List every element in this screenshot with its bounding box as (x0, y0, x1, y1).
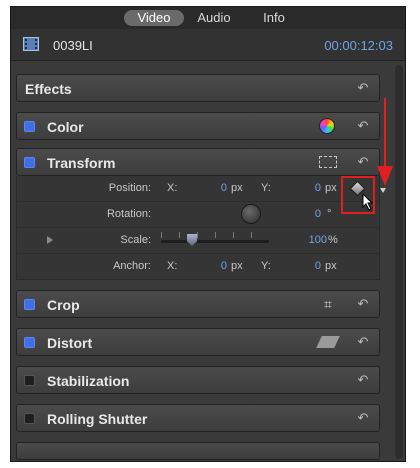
tab-info[interactable]: Info (249, 10, 299, 26)
param-row-anchor: Anchor: X: 0 px Y: 0 px (17, 254, 379, 280)
unit-label: px (325, 260, 337, 272)
annotation-arrow-icon (375, 98, 395, 188)
position-x-value[interactable]: 0 (215, 182, 227, 194)
tab-audio[interactable]: Audio (189, 10, 239, 26)
param-label: Scale: (120, 234, 151, 246)
unit-label: px (231, 260, 243, 272)
rotation-dial[interactable] (241, 204, 261, 224)
section-rolling-shutter[interactable]: Rolling Shutter ↶ (16, 404, 380, 432)
section-stabilization[interactable]: Stabilization ↶ (16, 366, 380, 394)
anchor-x-value[interactable]: 0 (215, 260, 227, 272)
rolling-shutter-enable-checkbox[interactable] (24, 413, 35, 424)
section-label: Stabilization (47, 373, 130, 389)
param-label: Position: (108, 182, 151, 194)
param-row-position: Position: X: 0 px Y: 0 px (17, 176, 379, 202)
disclosure-triangle-icon[interactable] (47, 236, 53, 244)
section-label: Effects (25, 81, 72, 97)
section-crop[interactable]: Crop ⌗ ↶ (16, 290, 380, 318)
param-label: Anchor: (113, 260, 151, 272)
scale-slider-ticks (161, 232, 269, 238)
reset-arrow-icon[interactable]: ↶ (355, 296, 371, 312)
scale-value[interactable]: 100 (303, 234, 327, 246)
crop-enable-checkbox[interactable] (24, 299, 35, 310)
stabilization-enable-checkbox[interactable] (24, 375, 35, 386)
transform-enable-checkbox[interactable] (24, 157, 35, 168)
section-label: Color (47, 119, 84, 135)
clip-name: 0039LI (53, 38, 93, 53)
unit-label: % (328, 234, 338, 246)
scale-slider[interactable] (161, 240, 269, 243)
anchor-y-value[interactable]: 0 (309, 260, 321, 272)
chevron-down-icon[interactable] (380, 188, 386, 193)
tab-video[interactable]: Video (124, 10, 184, 26)
section-label: Transform (47, 155, 116, 171)
unit-label: px (325, 182, 337, 194)
distort-enable-checkbox[interactable] (24, 337, 35, 348)
color-enable-checkbox[interactable] (24, 121, 35, 132)
x-axis-label: X: (167, 182, 178, 194)
section-effects[interactable]: Effects ↶ (16, 74, 380, 102)
unit-label: ° (327, 208, 332, 220)
reset-arrow-icon[interactable]: ↶ (355, 334, 371, 350)
crop-icon[interactable]: ⌗ (319, 296, 337, 312)
inspector-tab-bar: Video Audio Info (11, 7, 405, 29)
section-label: Crop (47, 297, 80, 313)
y-axis-label: Y: (261, 182, 271, 194)
reset-arrow-icon[interactable]: ↶ (355, 154, 371, 170)
clip-header: 0039LI 00:00:12:03 (11, 29, 405, 61)
param-row-rotation: Rotation: 0 ° (17, 202, 379, 228)
scale-slider-thumb[interactable] (187, 234, 197, 246)
section-transform[interactable]: Transform ↶ (16, 148, 380, 176)
param-label: Rotation: (106, 208, 151, 220)
y-axis-label: Y: (261, 260, 271, 272)
param-row-scale: Scale: 100 % (17, 228, 379, 254)
unit-label: px (231, 182, 243, 194)
transform-bounding-box-icon[interactable] (319, 154, 337, 170)
position-y-value[interactable]: 0 (309, 182, 321, 194)
section-label: Rolling Shutter (47, 411, 148, 427)
reset-arrow-icon[interactable]: ↶ (355, 118, 371, 134)
transform-parameters: Position: X: 0 px Y: 0 px Rotation: 0 ° … (16, 176, 380, 280)
section-distort[interactable]: Distort ↶ (16, 328, 380, 356)
rotation-value[interactable]: 0 (309, 208, 321, 220)
section-label: Distort (47, 335, 93, 351)
reset-arrow-icon[interactable]: ↶ (355, 372, 371, 388)
section-color[interactable]: Color ↶ (16, 112, 380, 140)
color-wheel-icon[interactable] (319, 118, 337, 134)
clip-timecode: 00:00:12:03 (324, 38, 393, 53)
reset-arrow-icon[interactable]: ↶ (355, 410, 371, 426)
x-axis-label: X: (167, 260, 178, 272)
section-next-partial[interactable] (16, 442, 380, 460)
distort-icon[interactable] (316, 334, 340, 350)
film-strip-icon (23, 37, 39, 51)
scrollbar[interactable] (395, 65, 403, 459)
reset-arrow-icon[interactable]: ↶ (355, 80, 371, 96)
